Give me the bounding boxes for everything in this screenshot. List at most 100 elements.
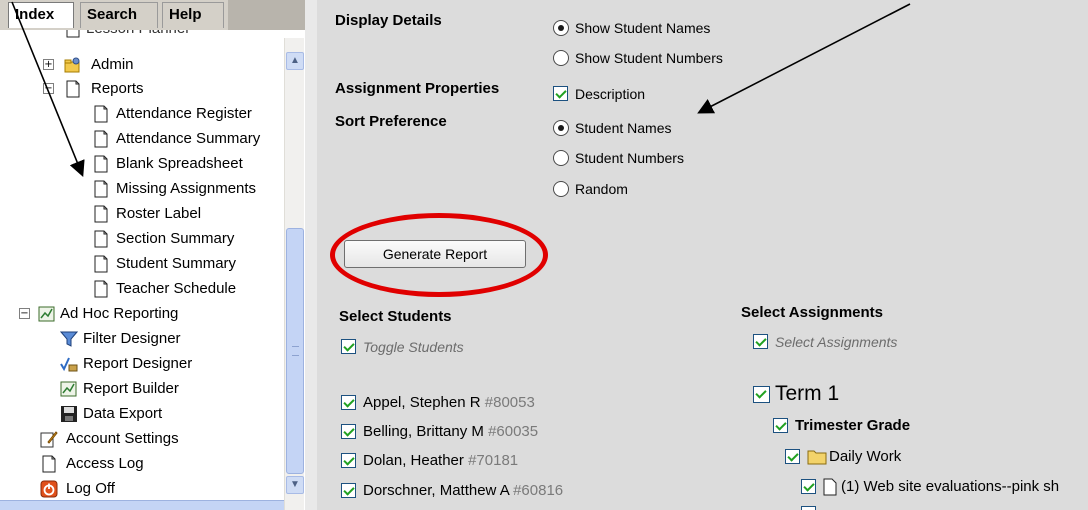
student-entry: Appel, Stephen R #80053 — [363, 392, 535, 414]
admin-folder-icon — [64, 57, 80, 73]
option-label: Random — [575, 181, 628, 197]
sidebar-tabs: Index Search Help — [0, 0, 305, 30]
student-name: Dolan, Heather — [363, 452, 464, 469]
student-id: #60816 — [513, 482, 564, 499]
tree-item-label: Account Settings — [66, 430, 179, 447]
tree-item-label: Section Summary — [116, 230, 235, 247]
tree-item-label: Filter Designer — [83, 330, 181, 347]
checkbox-checked-icon[interactable] — [753, 386, 770, 403]
tree-item-label: Admin — [91, 56, 134, 73]
horizontal-scrollbar[interactable] — [0, 500, 284, 510]
folder-label: Daily Work — [829, 448, 902, 465]
tree-item-label: Log Off — [66, 480, 115, 497]
navigation-tree: Lesson Planner + Admin − Reports Attenda… — [0, 30, 284, 510]
expand-icon[interactable]: + — [43, 59, 54, 70]
option-label: Student Names — [575, 120, 672, 136]
report-designer-icon — [60, 357, 78, 372]
radio-selected-icon[interactable] — [553, 20, 569, 36]
display-details-label: Display Details — [335, 12, 442, 29]
collapse-icon[interactable]: − — [19, 308, 30, 319]
tree-item-label: Ad Hoc Reporting — [60, 305, 179, 322]
assignment-label: (1) Web site evaluations--pink sh — [841, 478, 1060, 495]
grip-icon — [292, 346, 299, 356]
checkbox-checked-icon[interactable] — [553, 86, 568, 101]
document-icon — [94, 280, 108, 298]
assignment-properties-label: Assignment Properties — [335, 80, 500, 97]
tab-help[interactable]: Help — [162, 2, 224, 28]
tree-item-label: Student Summary — [116, 255, 237, 272]
document-icon — [823, 478, 837, 496]
tree-item-label: Attendance Register — [116, 105, 252, 122]
collapse-icon[interactable]: − — [43, 83, 54, 94]
scrollbar-thumb[interactable] — [286, 228, 304, 474]
tab-index[interactable]: Index — [8, 2, 74, 28]
tree-item-label: Report Builder — [83, 380, 179, 397]
tree-item-label: Attendance Summary — [116, 130, 261, 147]
document-icon — [94, 105, 108, 123]
student-name: Belling, Brittany M — [363, 423, 484, 440]
term-label: Term 1 — [775, 382, 840, 405]
option-label: Student Numbers — [575, 150, 684, 166]
document-icon — [94, 180, 108, 198]
report-options-panel: Display Details Show Student Names Show … — [305, 0, 1088, 510]
tree-item-label: Reports — [91, 80, 144, 97]
tab-search[interactable]: Search — [80, 2, 158, 28]
tree-item-label: Lesson Planner — [86, 30, 190, 40]
student-entry: Dolan, Heather #70181 — [363, 450, 518, 472]
student-id: #60035 — [488, 423, 539, 440]
checkbox-checked-icon[interactable] — [341, 339, 356, 354]
student-entry: Dorschner, Matthew A #60816 — [363, 480, 563, 502]
student-id: #80053 — [484, 394, 535, 411]
document-icon — [66, 30, 80, 38]
option-label: Show Student Numbers — [575, 50, 723, 66]
document-icon — [94, 205, 108, 223]
checkbox-checked-icon[interactable] — [341, 453, 356, 468]
tree-item-label: Teacher Schedule — [116, 280, 237, 297]
scroll-up-icon[interactable]: ▲ — [286, 52, 304, 70]
checkbox-checked-icon[interactable] — [801, 479, 816, 494]
radio-icon[interactable] — [553, 50, 569, 66]
power-icon — [40, 480, 58, 498]
grade-label: Trimester Grade — [795, 417, 911, 434]
checkbox-checked-icon[interactable] — [801, 506, 816, 510]
document-icon — [94, 255, 108, 273]
filter-icon — [60, 331, 78, 347]
tree-item-label: Report Designer — [83, 355, 193, 372]
tabs-filler — [228, 0, 305, 30]
floppy-disk-icon — [61, 406, 77, 422]
document-icon — [42, 455, 56, 473]
document-icon — [94, 130, 108, 148]
tree-item-label: Roster Label — [116, 205, 202, 222]
radio-selected-icon[interactable] — [553, 120, 569, 136]
document-icon — [94, 230, 108, 248]
checkbox-checked-icon[interactable] — [341, 483, 356, 498]
select-assignments-label: Select Assignments — [775, 334, 898, 350]
option-label: Description — [575, 86, 646, 102]
tree-item-label: Blank Spreadsheet — [116, 155, 243, 172]
select-students-header: Select Students — [339, 308, 452, 325]
checkbox-checked-icon[interactable] — [341, 424, 356, 439]
tree-item-label: Missing Assignments — [116, 180, 257, 197]
tree-item-label: Access Log — [66, 455, 144, 472]
scroll-down-icon[interactable]: ▼ — [286, 476, 304, 494]
checkbox-checked-icon[interactable] — [785, 449, 800, 464]
checkbox-checked-icon[interactable] — [341, 395, 356, 410]
student-name: Appel, Stephen R — [363, 394, 481, 411]
generate-report-button[interactable]: Generate Report — [344, 240, 526, 268]
chart-report-icon — [38, 306, 55, 322]
sidebar-scrollbar[interactable]: ▲ ▼ — [284, 38, 304, 510]
report-builder-icon — [60, 381, 77, 397]
student-entry: Belling, Brittany M #60035 — [363, 421, 538, 443]
checkbox-checked-icon[interactable] — [753, 334, 768, 349]
radio-icon[interactable] — [553, 150, 569, 166]
student-name: Dorschner, Matthew A — [363, 482, 509, 499]
select-assignments-header: Select Assignments — [741, 304, 883, 321]
edit-settings-icon — [40, 431, 58, 448]
checkbox-checked-icon[interactable] — [773, 418, 788, 433]
document-icon — [66, 80, 80, 98]
option-label: Show Student Names — [575, 20, 711, 36]
document-icon — [94, 155, 108, 173]
student-id: #70181 — [468, 452, 519, 469]
radio-icon[interactable] — [553, 181, 569, 197]
toggle-students-label: Toggle Students — [363, 339, 464, 355]
